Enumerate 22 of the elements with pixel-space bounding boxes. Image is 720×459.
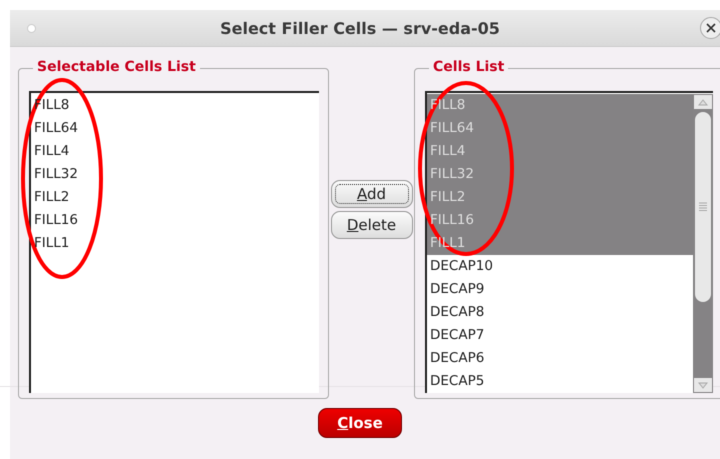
window-title: Select Filler Cells — srv-eda-05: [220, 18, 500, 38]
list-button[interactable]: Delete: [330, 211, 412, 239]
list-item[interactable]: DECAP8: [427, 301, 693, 324]
list-item[interactable]: FILL2: [31, 186, 319, 209]
close-button[interactable]: Close: [318, 408, 402, 438]
close-icon[interactable]: [700, 17, 720, 39]
list-item[interactable]: FILL16: [31, 209, 319, 232]
list-item[interactable]: FILL1: [31, 232, 319, 255]
window-menu-icon[interactable]: [27, 24, 36, 33]
scroll-down-icon[interactable]: [694, 378, 712, 392]
list-item[interactable]: DECAP10: [427, 255, 693, 278]
scroll-up-icon[interactable]: [694, 95, 712, 109]
list-item[interactable]: FILL32: [31, 163, 319, 186]
list-item[interactable]: DECAP5: [427, 370, 693, 393]
list-item[interactable]: FILL64: [31, 117, 319, 140]
list-item[interactable]: DECAP7: [427, 324, 693, 347]
list-item[interactable]: DECAP9: [427, 278, 693, 301]
scroll-thumb[interactable]: [695, 112, 711, 302]
list-item[interactable]: DECAP6: [427, 347, 693, 370]
list-button[interactable]: Add: [330, 180, 412, 208]
list-item[interactable]: FILL4: [31, 140, 319, 163]
scrollbar[interactable]: [693, 94, 713, 393]
